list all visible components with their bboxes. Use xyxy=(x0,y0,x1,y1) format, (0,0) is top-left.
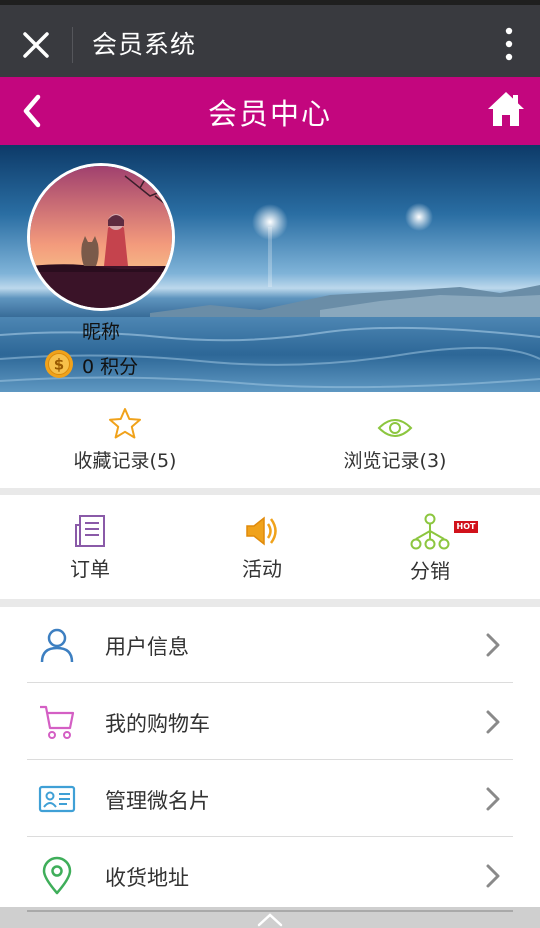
bottom-bar xyxy=(0,907,540,928)
coin-icon: $ xyxy=(45,350,73,378)
favorites-label: 收藏记录(5) xyxy=(73,450,177,472)
hot-badge: HOT xyxy=(454,521,478,533)
location-pin-icon xyxy=(42,856,72,895)
quick-orders[interactable]: 订单 xyxy=(30,495,150,599)
chevron-up-icon[interactable] xyxy=(256,910,284,928)
close-icon[interactable] xyxy=(14,23,58,67)
page-header: 会员中心 xyxy=(0,77,540,145)
speaker-icon xyxy=(246,516,277,546)
wechat-title-bar: 会员系统 xyxy=(0,0,540,77)
browse-record[interactable]: 浏览记录(3) xyxy=(310,392,480,488)
wechat-title: 会员系统 xyxy=(92,30,197,59)
menu-item-address[interactable]: 收货地址 xyxy=(27,838,513,914)
eye-icon xyxy=(377,419,413,437)
quick-distribution-label: 分销 xyxy=(410,559,450,583)
menu-label: 用户信息 xyxy=(105,635,189,659)
menu-item-user-info[interactable]: 用户信息 xyxy=(27,607,513,683)
order-icon xyxy=(75,515,105,547)
svg-text:$: $ xyxy=(54,356,64,374)
cart-icon xyxy=(40,705,75,739)
quick-orders-label: 订单 xyxy=(70,557,110,581)
quick-actions: 订单 活动 分销 xyxy=(0,495,540,599)
avatar[interactable] xyxy=(27,163,175,311)
id-card-icon xyxy=(38,785,76,813)
menu-item-business-card[interactable]: 管理微名片 xyxy=(27,761,513,837)
chevron-right-icon xyxy=(486,864,500,888)
records-row: 收藏记录(5) 浏览记录(3) xyxy=(0,392,540,488)
profile-banner: 昵称 $ 0 积分 xyxy=(0,145,540,392)
divider xyxy=(72,27,73,63)
star-icon xyxy=(109,408,141,439)
points-unit: 积分 xyxy=(100,356,139,378)
chevron-right-icon xyxy=(486,787,500,811)
user-icon xyxy=(40,628,74,663)
nickname: 昵称 xyxy=(81,321,120,343)
points: 0 积分 xyxy=(82,352,144,379)
home-icon[interactable] xyxy=(486,90,526,128)
menu-list: 用户信息 我的购物车 管理微名片 收货地址 xyxy=(0,607,540,907)
avatar-illustration xyxy=(30,166,172,308)
more-options-icon[interactable] xyxy=(504,27,514,61)
menu-label: 管理微名片 xyxy=(105,789,210,813)
network-icon xyxy=(410,513,450,550)
page-title: 会员中心 xyxy=(207,97,332,131)
points-value: 0 xyxy=(82,356,95,378)
quick-activities-label: 活动 xyxy=(242,557,282,581)
browse-label: 浏览记录(3) xyxy=(343,450,447,472)
favorites-record[interactable]: 收藏记录(5) xyxy=(40,392,210,488)
menu-label: 收货地址 xyxy=(105,866,189,890)
quick-distribution[interactable]: 分销 xyxy=(370,495,490,599)
menu-item-cart[interactable]: 我的购物车 xyxy=(27,684,513,760)
menu-label: 我的购物车 xyxy=(105,712,210,736)
chevron-right-icon xyxy=(486,633,500,657)
quick-activities[interactable]: 活动 xyxy=(202,495,322,599)
chevron-right-icon xyxy=(486,710,500,734)
